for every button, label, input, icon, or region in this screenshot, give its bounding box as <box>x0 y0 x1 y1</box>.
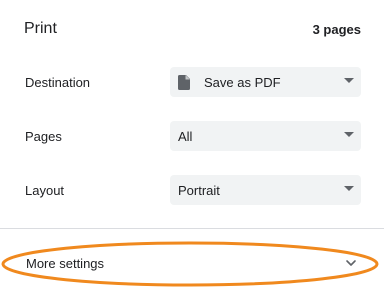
destination-select[interactable]: Save as PDF <box>170 67 361 97</box>
destination-label: Destination <box>25 74 91 90</box>
more-settings-label: More settings <box>26 255 105 271</box>
destination-row: Destination Save as PDF <box>25 67 361 97</box>
layout-row: Layout Portrait <box>25 175 361 205</box>
caret-down-icon <box>344 186 354 191</box>
file-icon <box>178 74 190 90</box>
layout-value: Portrait <box>178 182 220 198</box>
layout-label: Layout <box>25 182 65 198</box>
more-settings-toggle[interactable]: More settings <box>26 252 361 274</box>
caret-down-icon <box>344 132 354 137</box>
section-divider <box>0 228 384 229</box>
pages-label: Pages <box>25 128 62 144</box>
print-dialog-panel: Print 3 pages Destination Save as PDF Pa… <box>0 0 384 302</box>
pages-select[interactable]: All <box>170 121 361 151</box>
page-count: 3 pages <box>312 21 361 37</box>
print-header: Print 3 pages <box>24 18 361 40</box>
print-title: Print <box>24 20 57 37</box>
layout-select[interactable]: Portrait <box>170 175 361 205</box>
pages-value: All <box>178 128 193 144</box>
chevron-down-icon <box>345 257 357 269</box>
destination-value: Save as PDF <box>204 74 281 90</box>
pages-row: Pages All <box>25 121 361 151</box>
caret-down-icon <box>344 78 354 83</box>
